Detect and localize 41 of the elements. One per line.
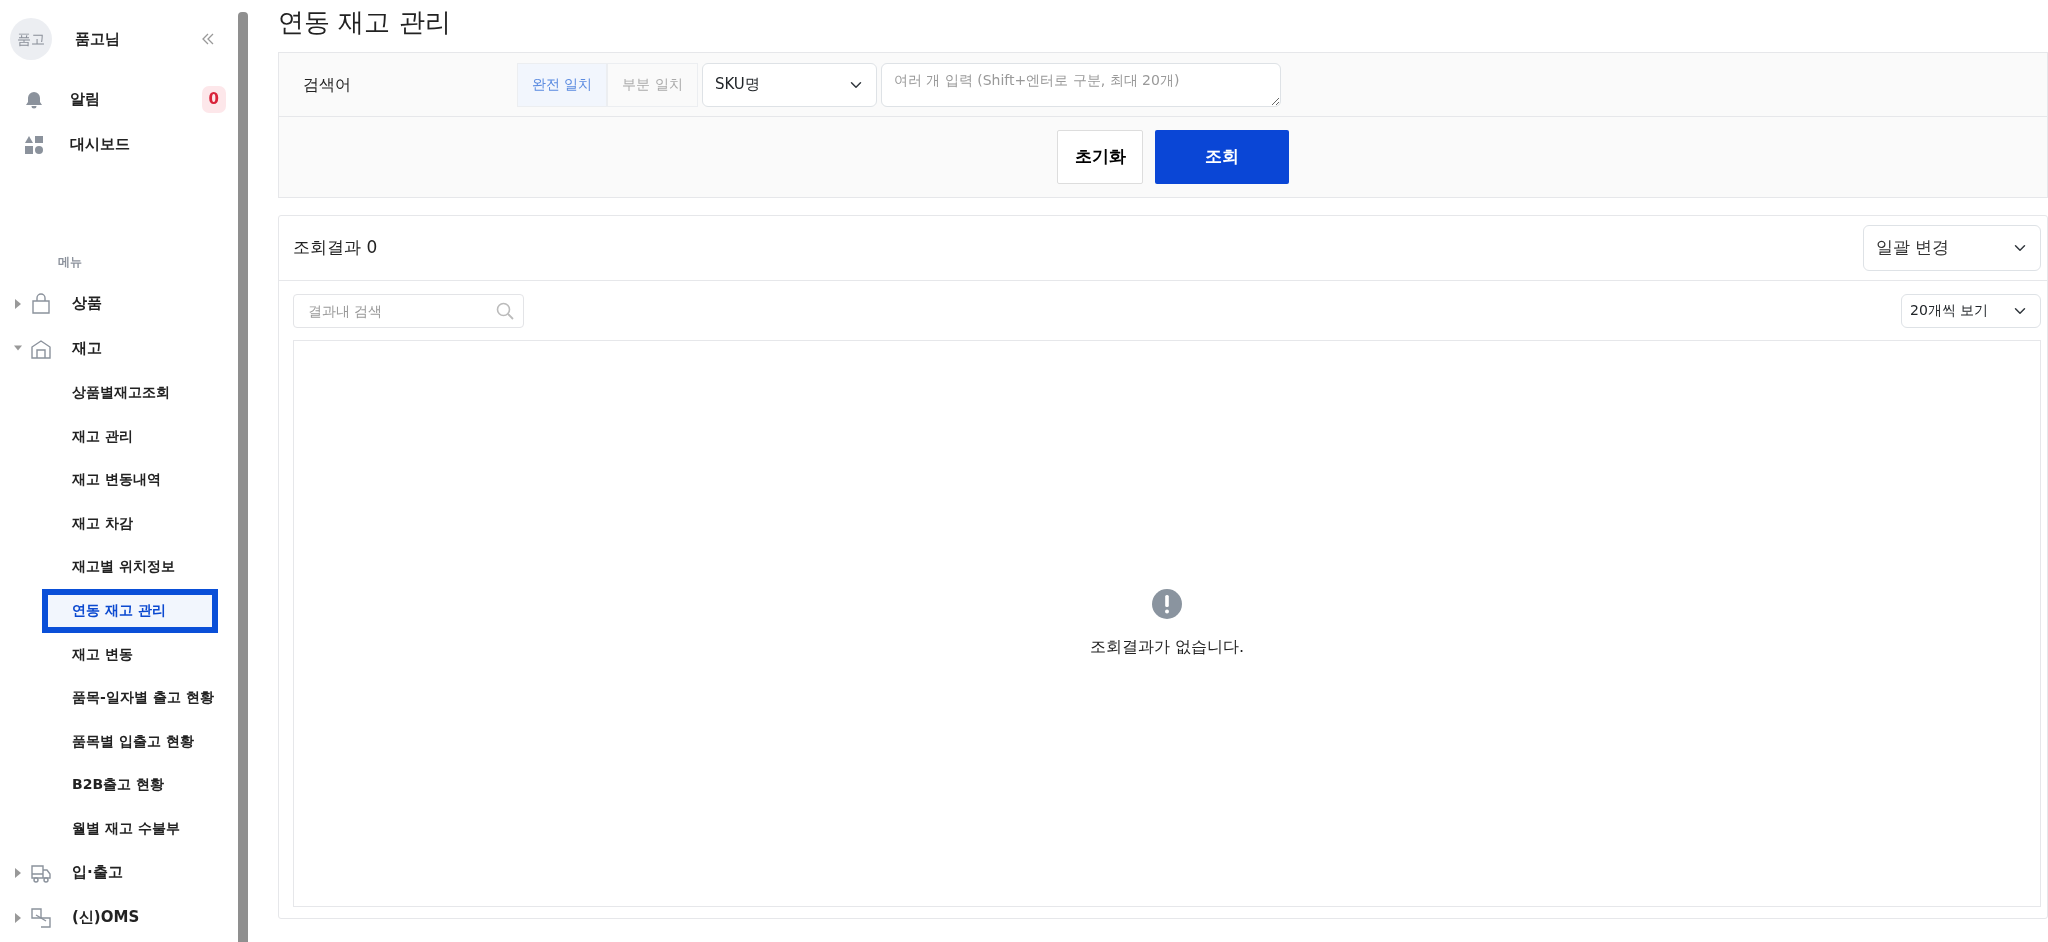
result-count: 조회결과 0	[293, 236, 378, 260]
shopping-bag-icon	[30, 292, 52, 315]
menu-item[interactable]: 재고	[72, 337, 102, 360]
menu-item[interactable]: 상품	[72, 292, 102, 315]
count-badge: 0	[201, 86, 226, 113]
reset-button[interactable]: 초기화	[1057, 130, 1143, 184]
submenu-item[interactable]: 재고 차감	[0, 501, 238, 545]
sidebar-item[interactable]: 대시보드	[70, 133, 130, 156]
search-button[interactable]: 조회	[1155, 130, 1289, 184]
menu-heading: 메뉴	[57, 254, 83, 271]
warehouse-icon	[30, 337, 52, 360]
submenu-item[interactable]: 월별 재고 수불부	[0, 806, 238, 850]
submenu-item[interactable]: 재고별 위치정보	[0, 545, 238, 589]
collapse-icon[interactable]	[200, 31, 216, 47]
submenu-item[interactable]: 연동 재고 관리	[42, 588, 218, 633]
linked-squares-icon	[30, 906, 52, 929]
search-icon	[496, 301, 514, 320]
field-label: 검색어	[302, 73, 352, 96]
sidebar-item[interactable]: 알림	[70, 88, 100, 111]
keyword-field[interactable]: 여러 개 입력 (Shift+엔터로 구분, 최대 20개)	[880, 62, 1281, 107]
menu-item[interactable]: (신)OMS	[72, 906, 140, 929]
result-search-field[interactable]: 결과내 검색	[293, 293, 524, 328]
submenu-item[interactable]: 재고 변동내역	[0, 458, 238, 502]
menu-item[interactable]: 입·출고	[72, 861, 123, 884]
submenu-item[interactable]: 품목별 입출고 현황	[0, 719, 238, 763]
empty-message: 조회결과가 없습니다.	[1089, 635, 1245, 658]
submenu-item[interactable]: 재고 변동	[0, 632, 238, 676]
user-avatar: 품고	[10, 18, 52, 60]
page-size-select[interactable]: 20개씩 보기	[1901, 293, 2041, 328]
user-name: 품고님	[75, 28, 120, 50]
bell-icon	[24, 89, 44, 110]
submenu-item[interactable]: 재고 관리	[0, 414, 238, 458]
exclamation-icon	[1152, 588, 1182, 619]
submenu-item[interactable]: B2B출고 현황	[0, 763, 238, 807]
bulk-change-select[interactable]: 일괄 변경	[1863, 225, 2041, 271]
scrollbar[interactable]	[238, 12, 248, 942]
submenu-item[interactable]: 품목-일자별 출고 현황	[0, 676, 238, 720]
submenu-item[interactable]: 상품별재고조회	[0, 371, 238, 415]
page-title: 연동 재고 관리	[278, 6, 452, 39]
grid-shapes-icon	[24, 134, 44, 155]
field-select[interactable]: SKU명	[701, 62, 877, 107]
